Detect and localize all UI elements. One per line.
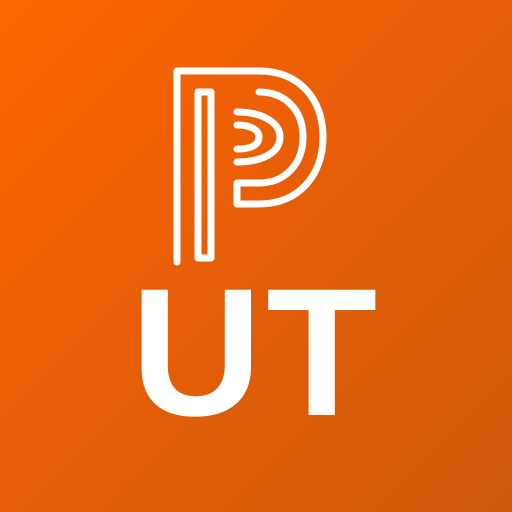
logo-innermost-arc — [233, 121, 263, 153]
logo-outer-stem — [173, 67, 263, 266]
logo-inner-stem — [194, 88, 215, 262]
app-initials: UT — [130, 250, 382, 454]
